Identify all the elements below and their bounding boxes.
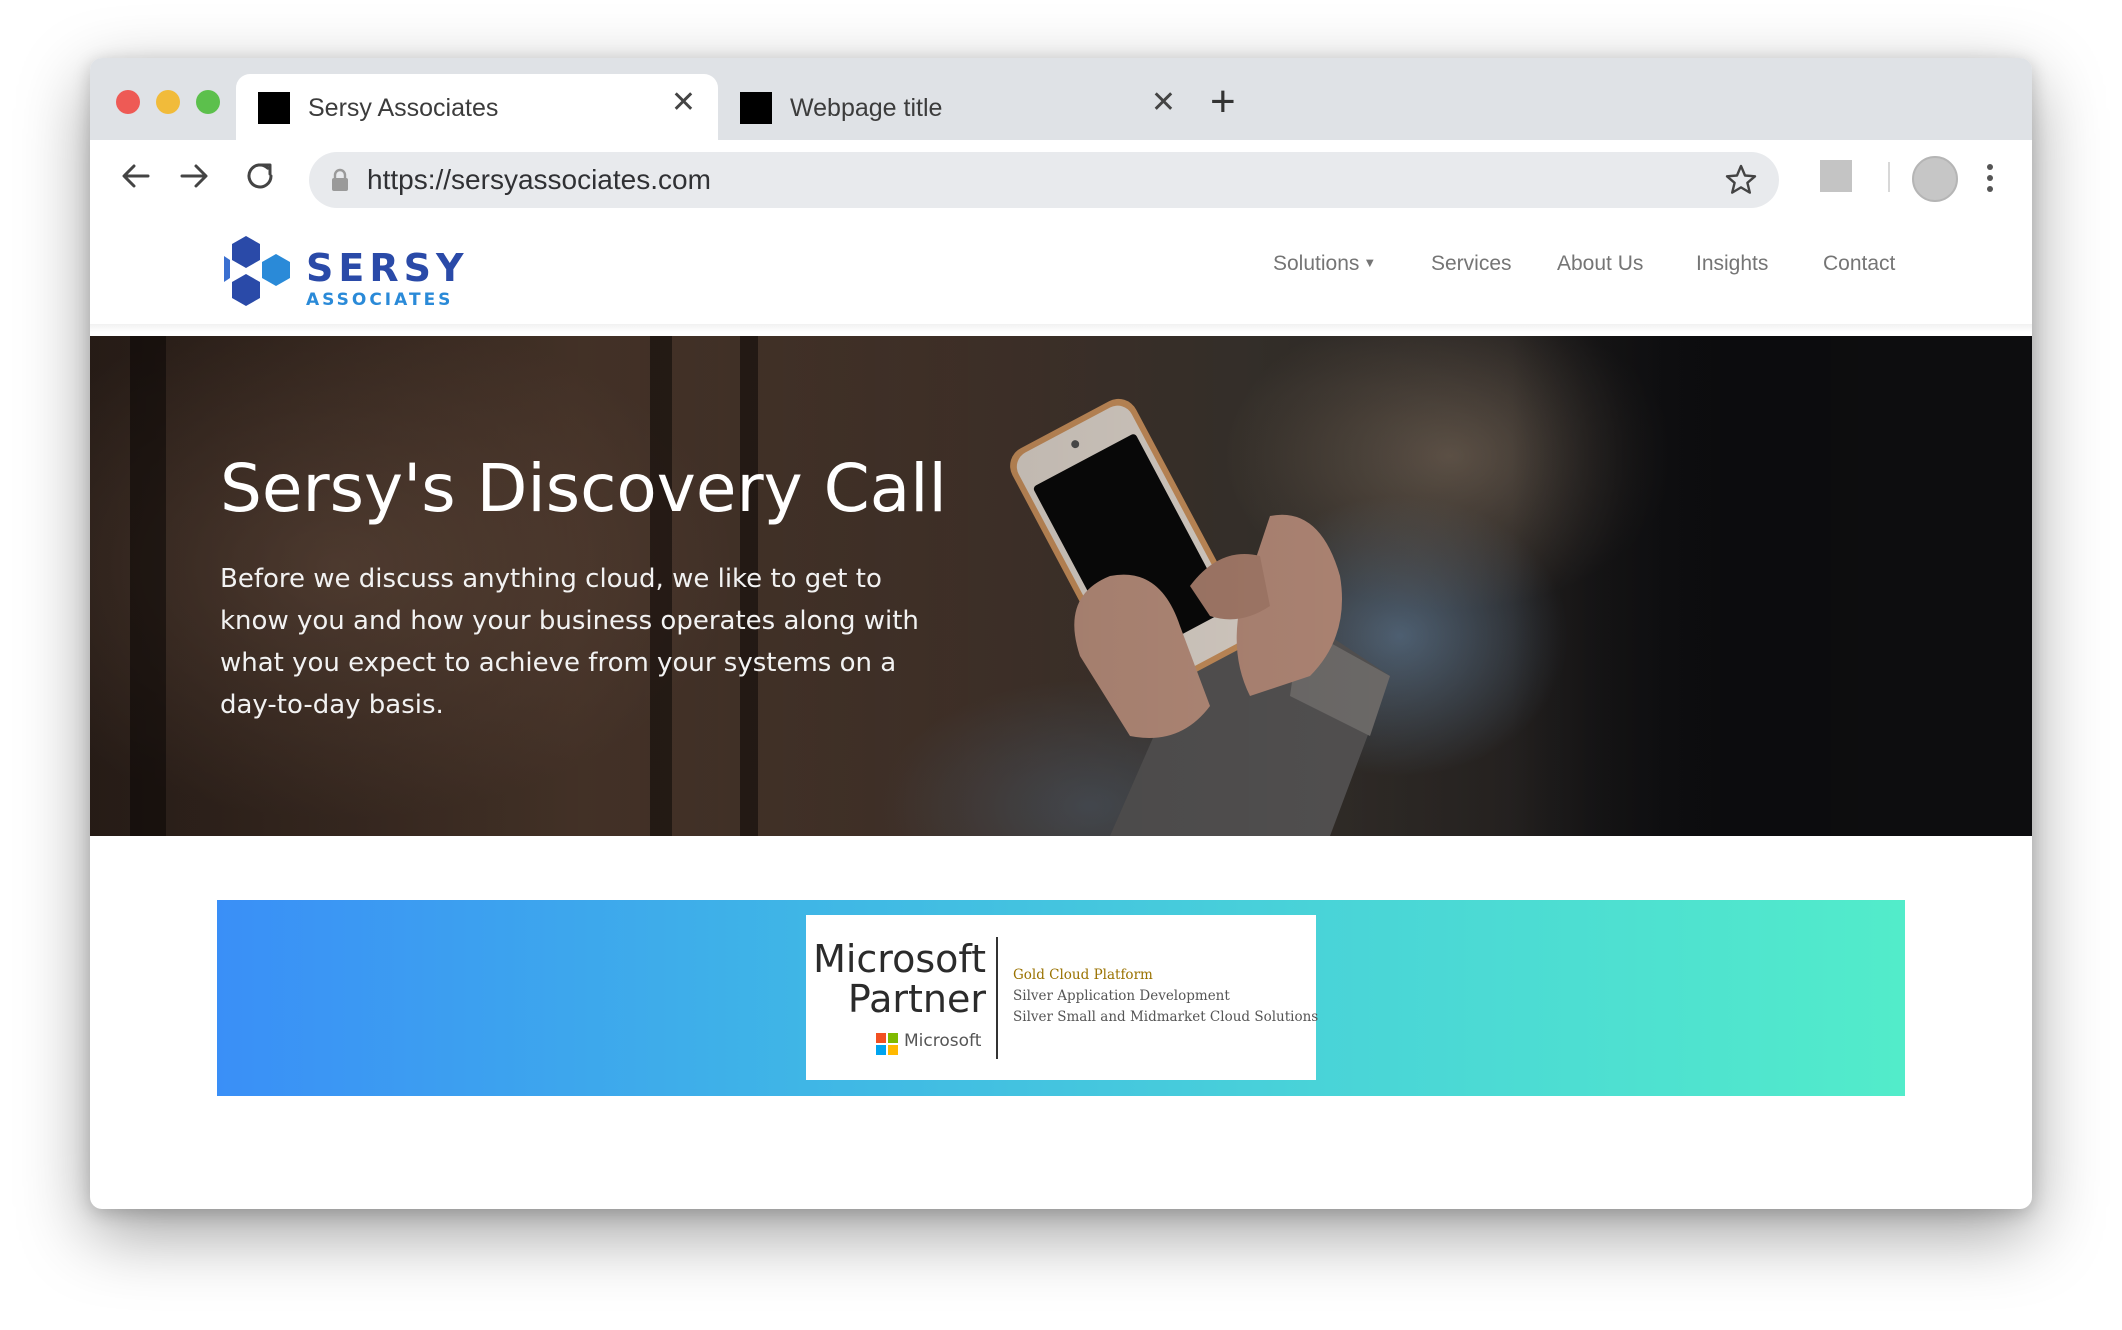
profile-avatar[interactable] — [1912, 156, 1958, 202]
extension-icon[interactable] — [1820, 160, 1852, 192]
tab-strip: Sersy Associates ✕ Webpage title ✕ + — [90, 58, 2032, 140]
nav-solutions-label: Solutions — [1273, 252, 1360, 275]
address-bar[interactable]: https://sersyassociates.com — [309, 152, 1779, 208]
competency-silver-app: Silver Application Development — [1013, 988, 1230, 1004]
reload-icon[interactable] — [240, 156, 280, 196]
hero-section: Sersy's Discovery Call Before we discuss… — [90, 336, 2032, 836]
browser-window: Sersy Associates ✕ Webpage title ✕ + htt… — [90, 58, 2032, 1209]
nav-insights[interactable]: Insights — [1696, 252, 1768, 276]
nav-about-us[interactable]: About Us — [1557, 252, 1643, 276]
badge-divider — [996, 937, 998, 1059]
nav-services[interactable]: Services — [1431, 252, 1512, 276]
microsoft-logo-text: Microsoft — [904, 1031, 982, 1051]
close-window-button[interactable] — [116, 90, 140, 114]
tab-title: Sersy Associates — [308, 94, 499, 122]
hero-description: Before we discuss anything cloud, we lik… — [220, 564, 919, 720]
site-header: SERSY ASSOCIATES Solutions ▼ Services Abo… — [90, 218, 2032, 325]
menu-kebab-icon[interactable] — [1985, 163, 1995, 193]
bookmark-star-icon[interactable] — [1723, 162, 1759, 198]
lock-icon — [332, 168, 348, 191]
nav-contact[interactable]: Contact — [1823, 252, 1895, 276]
hero-title: Sersy's Discovery Call — [220, 450, 947, 527]
competency-silver-cloud: Silver Small and Midmarket Cloud Solutio… — [1013, 1009, 1319, 1025]
tab-sersy-associates[interactable]: Sersy Associates ✕ — [236, 74, 718, 140]
partner-line-1: Microsoft — [813, 937, 986, 981]
tab-title: Webpage title — [790, 94, 943, 122]
maximize-window-button[interactable] — [196, 90, 220, 114]
forward-arrow-icon[interactable] — [174, 156, 214, 196]
sersy-logo-icon[interactable] — [224, 234, 304, 310]
favicon-icon — [258, 92, 290, 124]
competency-gold: Gold Cloud Platform — [1013, 967, 1153, 983]
microsoft-partner-badge: Microsoft Partner Microsoft Gold Cloud P… — [806, 915, 1319, 1080]
tab-close-icon[interactable]: ✕ — [1151, 88, 1176, 118]
toolbar-divider — [1888, 162, 1890, 192]
tab-close-icon[interactable]: ✕ — [671, 88, 696, 118]
caret-down-icon: ▼ — [1363, 255, 1377, 270]
logo-wordmark[interactable]: SERSY — [306, 246, 468, 290]
back-arrow-icon[interactable] — [116, 156, 156, 196]
tab-webpage-title[interactable]: Webpage title ✕ — [718, 74, 1198, 140]
microsoft-logo-icon — [876, 1033, 898, 1055]
partner-line-2: Partner — [847, 977, 986, 1021]
partner-banner: Microsoft Partner Microsoft Gold Cloud P… — [217, 900, 1905, 1096]
logo-subtitle[interactable]: ASSOCIATES — [306, 290, 453, 310]
browser-toolbar: https://sersyassociates.com — [90, 140, 2032, 218]
nav-solutions[interactable]: Solutions ▼ — [1273, 252, 1376, 276]
favicon-icon — [740, 92, 772, 124]
minimize-window-button[interactable] — [156, 90, 180, 114]
url-text[interactable]: https://sersyassociates.com — [367, 164, 711, 196]
header-shadow — [90, 324, 2032, 332]
new-tab-button[interactable]: + — [1210, 80, 1236, 124]
